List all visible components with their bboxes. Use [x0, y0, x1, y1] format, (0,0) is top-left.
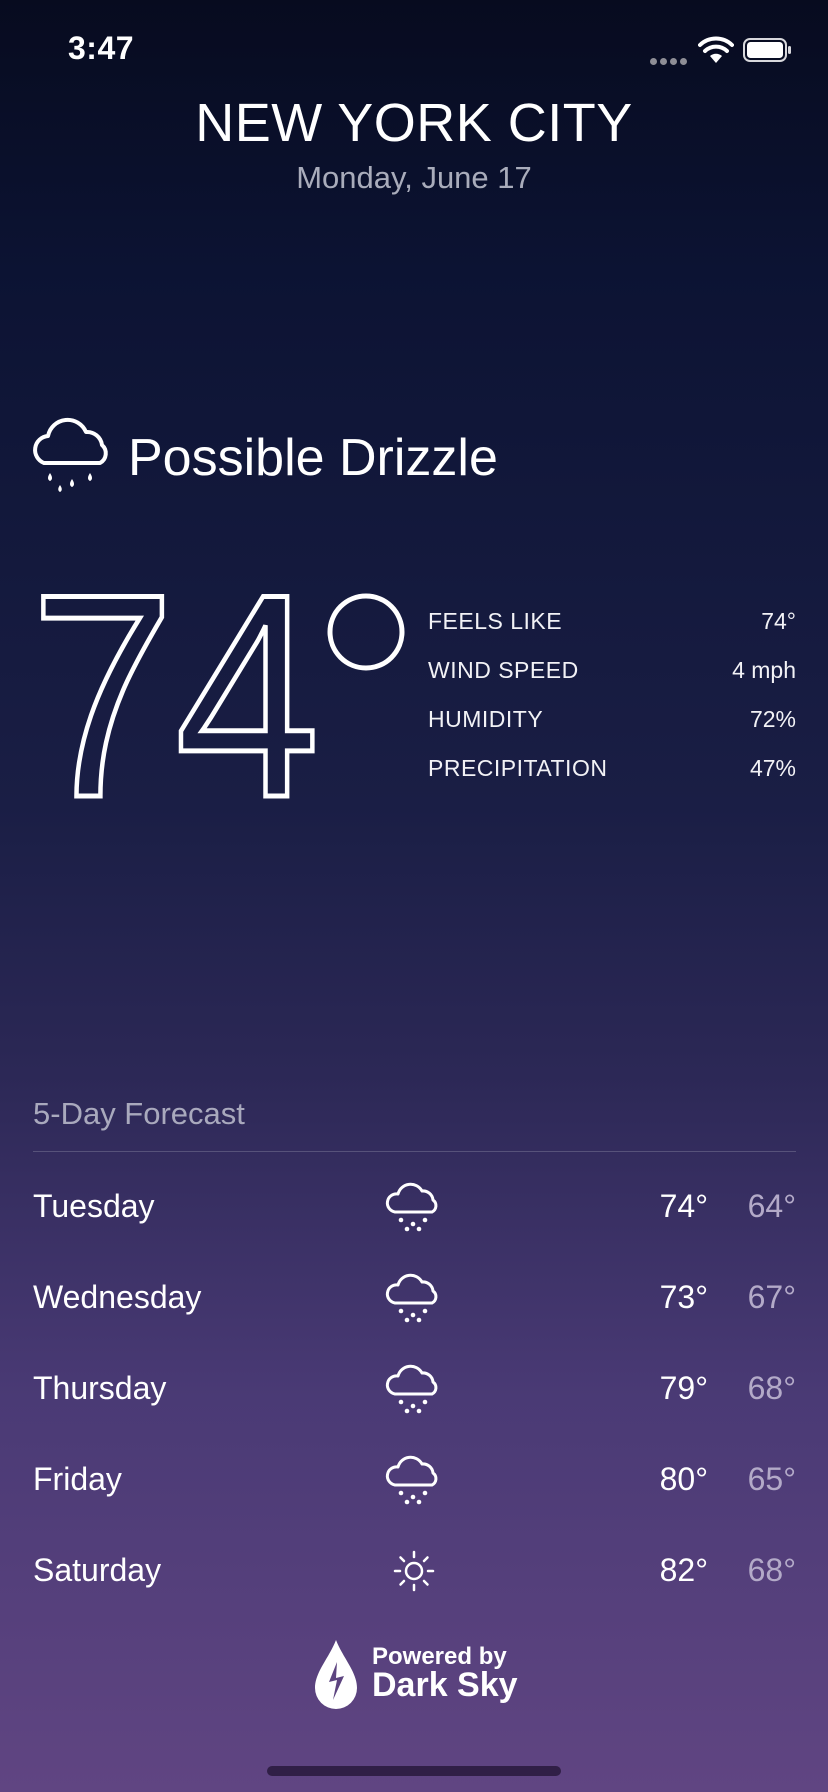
cellular-signal-icon: [650, 52, 692, 65]
sun-icon: [393, 1550, 435, 1592]
divider: [33, 1151, 796, 1152]
forecast-low: 68°: [747, 1552, 796, 1588]
rain-cloud-icon: [385, 1273, 438, 1323]
precipitation-value: 47%: [749, 755, 796, 781]
wind-speed-value: 4 mph: [732, 657, 796, 683]
forecast-high: 80°: [659, 1461, 708, 1497]
feels-like-label: FEELS LIKE: [428, 608, 563, 634]
forecast-low: 68°: [747, 1370, 796, 1406]
precipitation-label: PRECIPITATION: [428, 755, 608, 781]
home-indicator[interactable]: [267, 1766, 561, 1776]
rain-cloud-icon: [385, 1364, 438, 1414]
forecast-day-name: Thursday: [33, 1370, 167, 1406]
status-time: 3:47: [68, 30, 135, 66]
rain-cloud-icon: [385, 1455, 438, 1505]
wind-speed-label: WIND SPEED: [428, 657, 579, 683]
forecast-day-name: Wednesday: [33, 1279, 202, 1315]
forecast-low: 67°: [747, 1279, 796, 1315]
current-date: Monday, June 17: [296, 160, 532, 195]
degree-symbol: [327, 593, 405, 671]
wifi-icon: [698, 36, 734, 63]
rain-cloud-icon: [385, 1182, 438, 1232]
forecast-low: 64°: [747, 1188, 796, 1224]
humidity-label: HUMIDITY: [428, 706, 544, 732]
forecast-high: 74°: [659, 1188, 708, 1224]
feels-like-value: 74°: [761, 608, 796, 634]
dark-sky-brand[interactable]: Dark Sky: [372, 1666, 518, 1705]
rain-cloud-icon: [33, 417, 108, 492]
temperature-value: 74: [30, 570, 320, 810]
city-name: NEW YORK CITY: [195, 93, 633, 153]
current-temperature: 74: [30, 570, 405, 810]
forecast-title: 5-Day Forecast: [33, 1096, 245, 1131]
forecast-high: 79°: [659, 1370, 708, 1406]
forecast-high: 82°: [659, 1552, 708, 1588]
condition-text: Possible Drizzle: [128, 429, 498, 487]
dark-sky-drop-icon[interactable]: [313, 1638, 359, 1710]
forecast-day-name: Saturday: [33, 1552, 162, 1588]
humidity-value: 72%: [749, 706, 796, 732]
forecast-day-name: Friday: [33, 1461, 122, 1497]
battery-icon: [743, 38, 791, 62]
forecast-low: 65°: [747, 1461, 796, 1497]
forecast-day-name: Tuesday: [33, 1188, 155, 1224]
forecast-high: 73°: [659, 1279, 708, 1315]
